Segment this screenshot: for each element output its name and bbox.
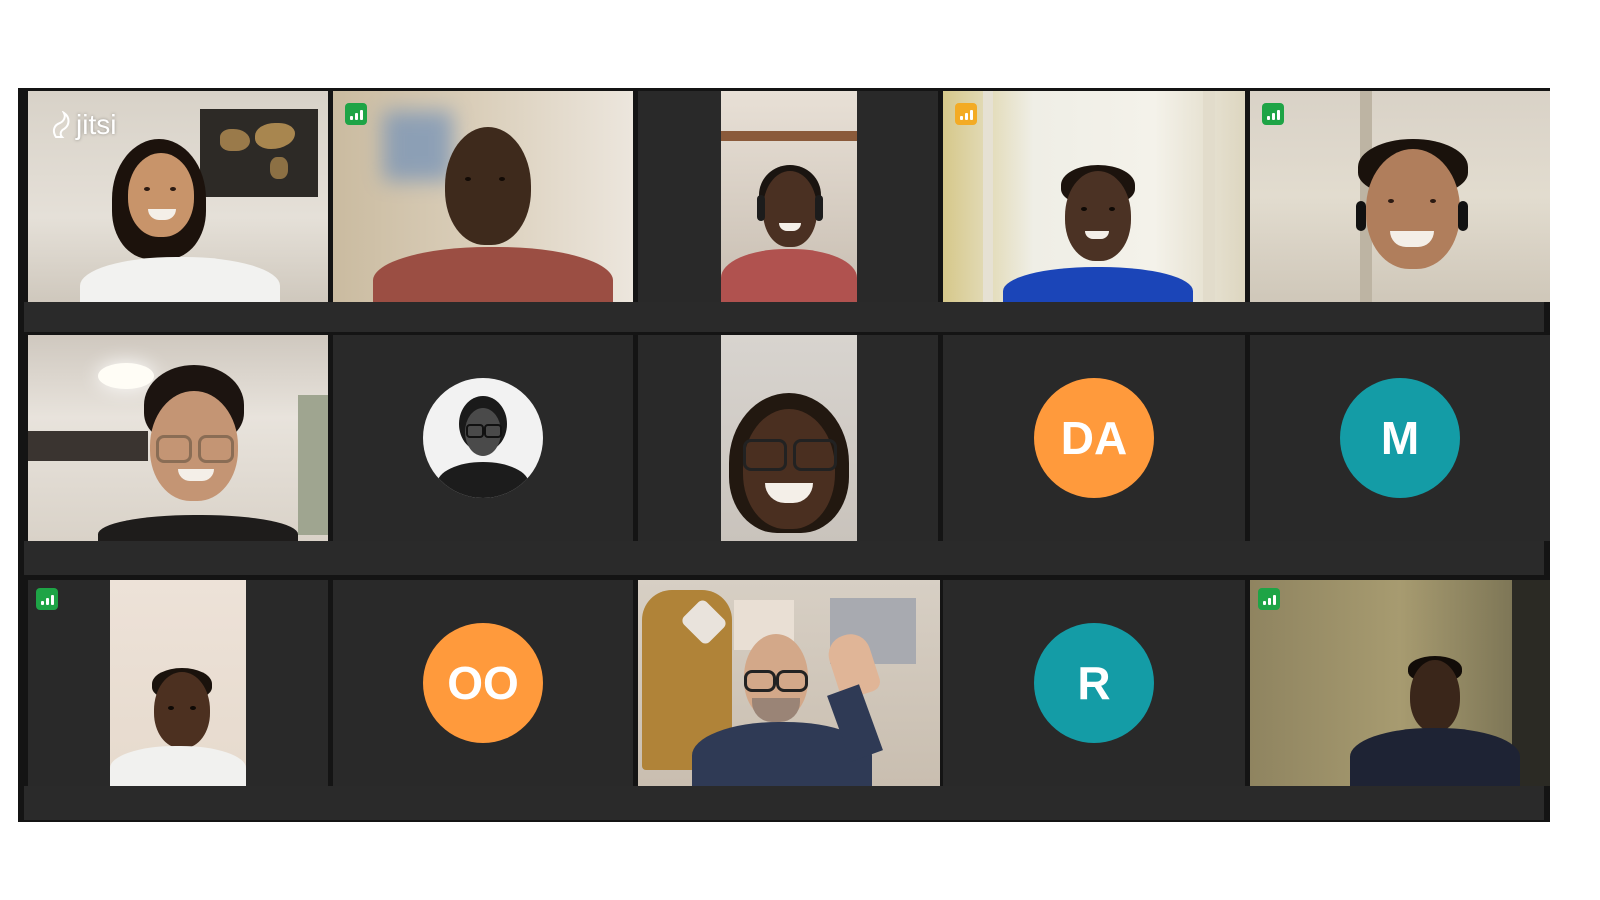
participant-person (721, 165, 857, 302)
row-toolbar-strip (24, 541, 1544, 575)
participant-person (110, 668, 246, 786)
connection-indicator[interactable] (955, 103, 977, 125)
video-grid: jitsi DA M OO R (18, 88, 1550, 822)
participant-initials-avatar: R (1034, 623, 1154, 743)
connection-indicator[interactable] (36, 588, 58, 610)
jitsi-logo[interactable]: jitsi (50, 109, 116, 141)
participant-person (373, 127, 613, 302)
participant-tile-13[interactable] (638, 580, 940, 786)
row-toolbar-strip (24, 786, 1544, 820)
participant-initials-avatar: M (1340, 378, 1460, 498)
participant-person (98, 365, 298, 541)
connection-indicator[interactable] (345, 103, 367, 125)
participant-initials-avatar: DA (1034, 378, 1154, 498)
participant-video (28, 335, 328, 541)
participant-photo-avatar (423, 378, 543, 498)
participant-video (333, 91, 633, 302)
participant-video (638, 580, 940, 786)
participant-tile-5[interactable] (1250, 91, 1550, 302)
participant-initials-avatar: OO (423, 623, 543, 743)
participant-video (721, 335, 857, 541)
participant-tile-15[interactable] (1250, 580, 1550, 786)
participant-person (1330, 656, 1530, 786)
participant-tile-1[interactable]: jitsi (28, 91, 328, 302)
participant-video (110, 580, 246, 786)
participant-tile-8[interactable] (638, 335, 938, 541)
participant-video (721, 91, 857, 302)
participant-person (80, 139, 280, 302)
participant-tile-2[interactable] (333, 91, 633, 302)
participant-person (721, 393, 857, 541)
participant-tile-6[interactable] (28, 335, 328, 541)
participant-tile-9[interactable]: DA (943, 335, 1245, 541)
participant-person (692, 629, 928, 786)
connection-indicator[interactable] (1258, 588, 1280, 610)
participant-tile-4[interactable] (943, 91, 1245, 302)
participant-tile-3[interactable] (638, 91, 938, 302)
connection-indicator[interactable] (1262, 103, 1284, 125)
jitsi-logo-icon (50, 110, 72, 139)
participant-video (943, 91, 1245, 302)
participant-person (1338, 139, 1488, 302)
participant-tile-10[interactable]: M (1250, 335, 1550, 541)
participant-tile-7[interactable] (333, 335, 633, 541)
participant-tile-14[interactable]: R (943, 580, 1245, 786)
participant-tile-12[interactable]: OO (333, 580, 633, 786)
logo-text: jitsi (76, 109, 117, 140)
participant-video (1250, 91, 1550, 302)
row-toolbar-strip (24, 302, 1544, 332)
participant-tile-11[interactable] (28, 580, 328, 786)
participant-person (1003, 165, 1193, 302)
participant-video (1250, 580, 1550, 786)
